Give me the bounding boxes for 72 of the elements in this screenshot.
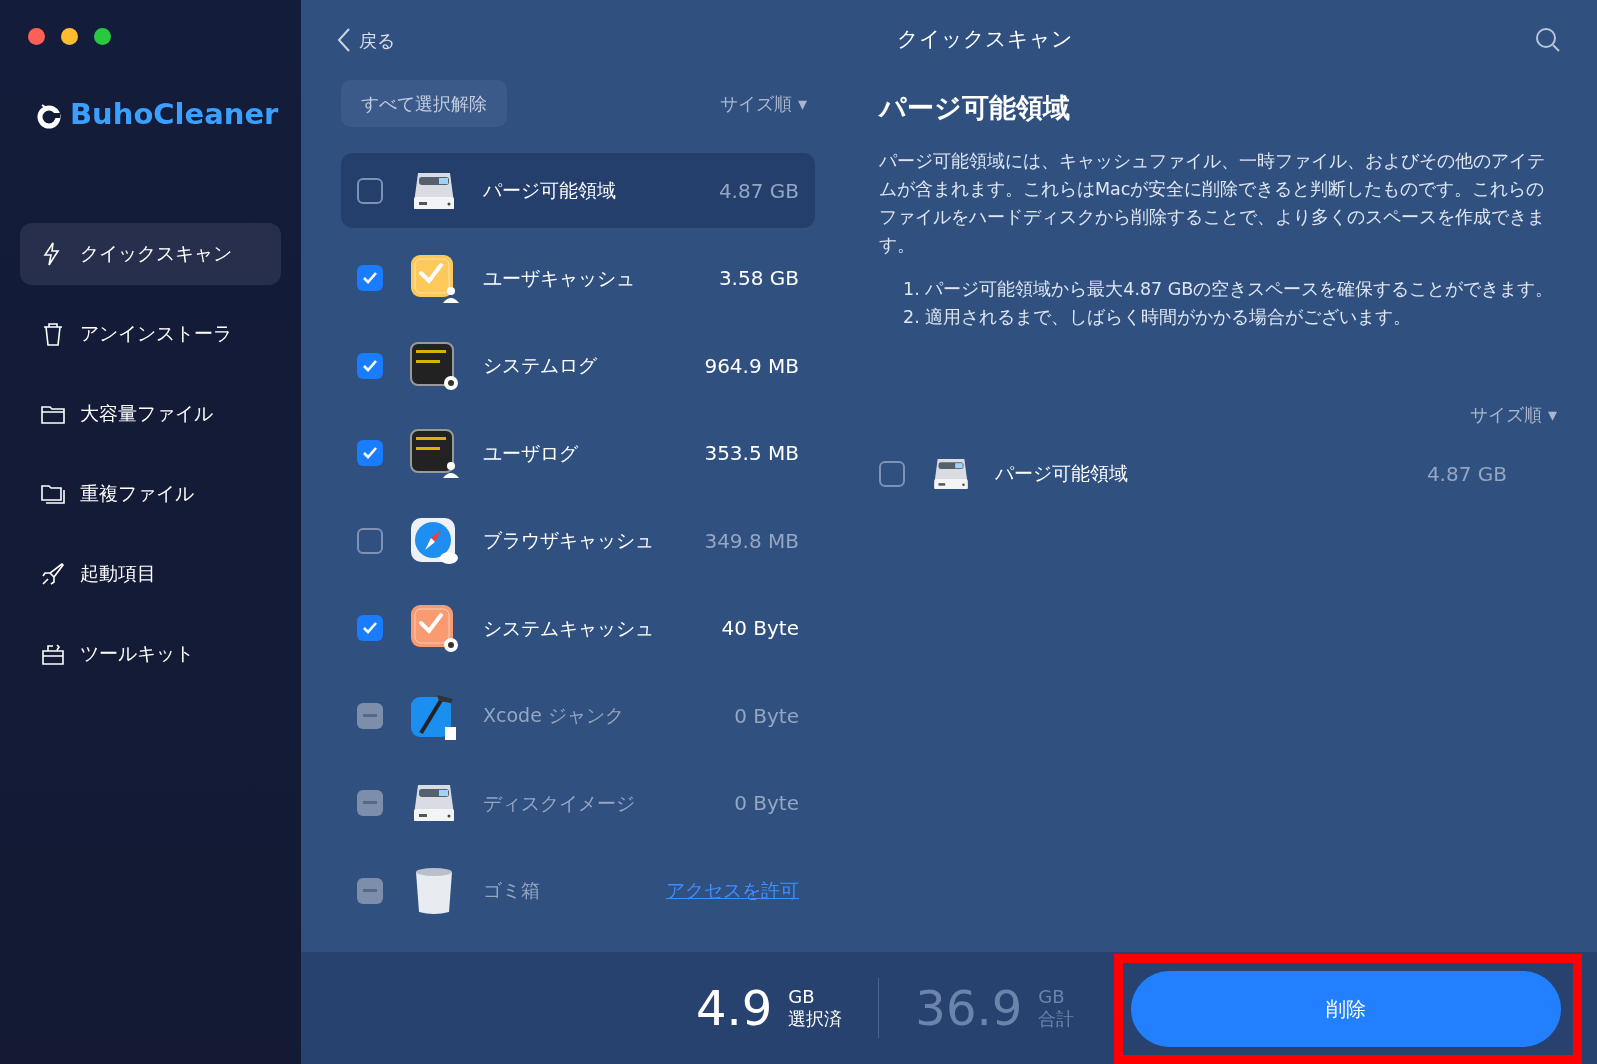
sidebar-item[interactable]: 重複ファイル bbox=[20, 462, 281, 525]
file-size: 4.87 GB bbox=[1426, 460, 1507, 488]
category-name: ユーザキャッシュ bbox=[483, 265, 636, 291]
category-size: 4.87 GB bbox=[718, 177, 799, 205]
sort-dropdown[interactable]: サイズ順 ▾ bbox=[720, 90, 807, 117]
sidebar-item[interactable]: クイックスキャン bbox=[20, 222, 281, 285]
category-name: システムキャッシュ bbox=[483, 615, 655, 641]
file-name: パージ可能領域 bbox=[995, 461, 1129, 487]
selected-size-value: 4.9 bbox=[696, 984, 773, 1032]
detail-description: パージ可能領域には、キャッシュファイル、一時ファイル、およびその他のアイテムが含まれます。これらはMacが安全に削除できると判断したものです。これらのファイルをハードディスクから削除することで、より多くのスペースを作成できます。 bbox=[879, 149, 1546, 257]
category-size: 349.8 MB bbox=[704, 527, 799, 555]
compass-icon bbox=[409, 515, 459, 566]
category-name: ブラウザキャッシュ bbox=[483, 528, 655, 554]
back-button[interactable]: 戻る bbox=[337, 26, 395, 54]
checkbox[interactable] bbox=[357, 352, 383, 379]
checkbox[interactable] bbox=[357, 440, 383, 466]
checkbox[interactable] bbox=[357, 265, 383, 291]
category-name: システムログ bbox=[483, 353, 598, 379]
sidebar-item[interactable]: ツールキット bbox=[20, 622, 281, 685]
checkbox[interactable] bbox=[357, 527, 383, 554]
list-row[interactable]: ユーザキャッシュ 3.58 GB bbox=[341, 240, 815, 316]
sidebar-item[interactable]: 起動項目 bbox=[20, 542, 281, 605]
category-size: 964.9 MB bbox=[704, 352, 799, 380]
note-text: 2. 適用されるまで、しばらく時間がかかる場合がございます。 bbox=[903, 305, 1413, 329]
app-name: BuhoCleaner bbox=[70, 96, 279, 133]
trash-can-icon bbox=[414, 865, 454, 916]
dash-icon bbox=[363, 713, 377, 718]
minimize-window-button[interactable] bbox=[61, 28, 78, 45]
detail-title: パージ可能領域 bbox=[879, 91, 1071, 125]
rocket-icon bbox=[40, 560, 66, 587]
zoom-window-button[interactable] bbox=[94, 28, 111, 45]
checkbox[interactable] bbox=[879, 460, 905, 487]
checkbox[interactable] bbox=[357, 177, 383, 204]
total-size-unit: GB bbox=[1038, 986, 1066, 1008]
list-row[interactable]: システムログ 964.9 MB bbox=[341, 328, 815, 403]
selected-label: 選択済 bbox=[788, 1008, 843, 1030]
selected-size-unit: GB bbox=[788, 986, 816, 1008]
category-size: 0 Byte bbox=[734, 790, 799, 817]
list-row[interactable]: ブラウザキャッシュ 349.8 MB bbox=[341, 503, 815, 578]
category-name: ユーザログ bbox=[483, 440, 579, 466]
check-icon bbox=[362, 358, 378, 373]
chevron-left-icon bbox=[337, 27, 351, 53]
list-row[interactable]: パージ可能領域 4.87 GB bbox=[341, 153, 815, 228]
dash-icon bbox=[363, 888, 377, 893]
note-text: 1. パージ可能領域から最大4.87 GBの空きスペースを確保することができます。 bbox=[903, 277, 1555, 301]
category-name: ディスクイメージ bbox=[483, 790, 636, 816]
category-name: ゴミ箱 bbox=[483, 878, 541, 904]
category-size: 353.5 MB bbox=[704, 440, 799, 467]
category-size: 0 Byte bbox=[734, 702, 799, 730]
delete-button[interactable]: 削除 bbox=[1131, 971, 1562, 1047]
log-icon bbox=[409, 428, 459, 478]
check-icon bbox=[362, 446, 378, 460]
page-title: クイックスキャン bbox=[897, 27, 1073, 52]
sidebar-item[interactable]: アンインストーラ bbox=[20, 302, 281, 365]
total-label: 合計 bbox=[1038, 1008, 1075, 1030]
dash-icon bbox=[363, 801, 377, 805]
category-name: Xcode ジャンク bbox=[483, 703, 625, 729]
list-row[interactable]: システムキャッシュ 40 Byte bbox=[341, 590, 815, 666]
category-size: 3.58 GB bbox=[718, 265, 799, 292]
category-name: パージ可能領域 bbox=[483, 178, 617, 204]
sort-dropdown[interactable]: サイズ順 ▾ bbox=[1470, 403, 1557, 425]
category-size: 40 Byte bbox=[721, 615, 799, 642]
check-icon bbox=[362, 621, 378, 635]
checkbox[interactable] bbox=[357, 615, 383, 641]
sidebar-item[interactable]: 大容量ファイル bbox=[20, 382, 281, 445]
search-icon[interactable] bbox=[1535, 27, 1561, 53]
check-icon bbox=[362, 271, 378, 285]
list-row[interactable]: ユーザログ 353.5 MB bbox=[341, 415, 815, 491]
total-size-value: 36.9 bbox=[915, 984, 1023, 1032]
log-icon bbox=[409, 340, 459, 391]
deselect-all-button[interactable]: すべて選択解除 bbox=[341, 80, 507, 127]
close-window-button[interactable] bbox=[28, 28, 45, 45]
